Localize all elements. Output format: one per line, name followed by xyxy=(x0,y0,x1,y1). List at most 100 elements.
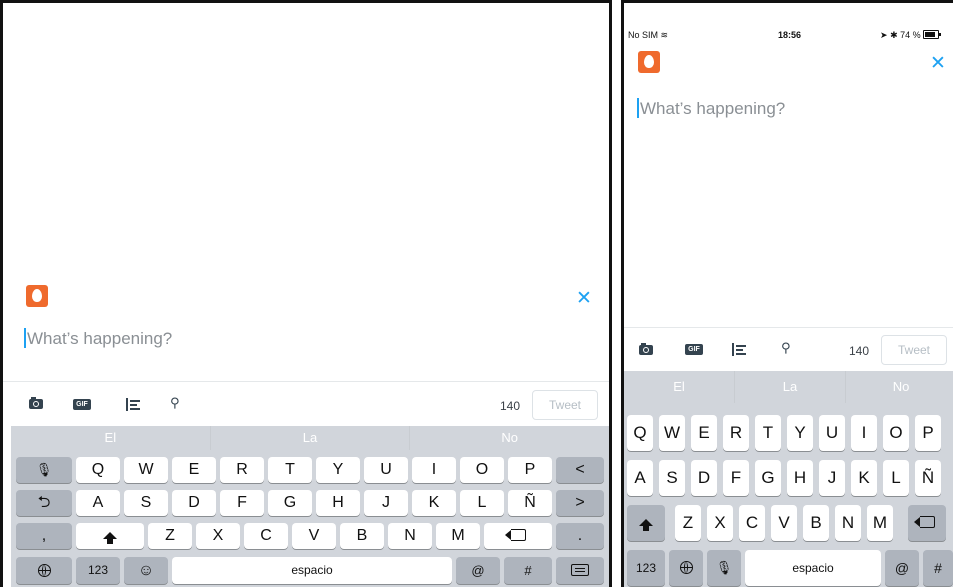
key-x[interactable]: X xyxy=(196,523,240,549)
key-u[interactable]: U xyxy=(819,415,845,451)
suggestion-2[interactable]: La xyxy=(735,371,846,403)
tweet-button[interactable]: Tweet xyxy=(532,390,598,420)
key-d[interactable]: D xyxy=(691,460,717,496)
dictation-key[interactable]: 🎙 xyxy=(707,550,741,586)
key-n-tilde[interactable]: Ñ xyxy=(508,490,552,516)
period-key[interactable]: . xyxy=(556,523,604,549)
key-t[interactable]: T xyxy=(755,415,781,451)
key-b[interactable]: B xyxy=(340,523,384,549)
suggestion-1[interactable]: El xyxy=(11,426,211,450)
key-u[interactable]: U xyxy=(364,457,408,483)
hide-keyboard-key[interactable] xyxy=(556,557,604,584)
key-p[interactable]: P xyxy=(915,415,941,451)
key-r[interactable]: R xyxy=(220,457,264,483)
key-y[interactable]: Y xyxy=(316,457,360,483)
suggestion-3[interactable]: No xyxy=(846,371,953,403)
key-g[interactable]: G xyxy=(755,460,781,496)
key-e[interactable]: E xyxy=(172,457,216,483)
globe-key[interactable] xyxy=(669,550,703,586)
key-m[interactable]: M xyxy=(436,523,480,549)
key-b[interactable]: B xyxy=(803,505,829,541)
hash-key[interactable]: # xyxy=(923,550,953,586)
camera-icon[interactable] xyxy=(29,397,43,409)
key-a[interactable]: A xyxy=(627,460,653,496)
at-key[interactable]: @ xyxy=(456,557,500,584)
key-q[interactable]: Q xyxy=(76,457,120,483)
key-y[interactable]: Y xyxy=(787,415,813,451)
key-c[interactable]: C xyxy=(739,505,765,541)
key-h[interactable]: H xyxy=(787,460,813,496)
location-icon[interactable]: ⚲ xyxy=(781,341,791,355)
key-n[interactable]: N xyxy=(835,505,861,541)
cursor-right-key[interactable]: > xyxy=(556,490,604,516)
globe-key[interactable] xyxy=(16,557,72,584)
key-q[interactable]: Q xyxy=(627,415,653,451)
key-w[interactable]: W xyxy=(659,415,685,451)
key-v[interactable]: V xyxy=(771,505,797,541)
at-key[interactable]: @ xyxy=(885,550,919,586)
tweet-button[interactable]: Tweet xyxy=(881,335,947,365)
key-d[interactable]: D xyxy=(172,490,216,516)
key-l[interactable]: L xyxy=(883,460,909,496)
key-h[interactable]: H xyxy=(316,490,360,516)
suggestion-1[interactable]: El xyxy=(624,371,735,403)
default-egg-avatar-icon[interactable] xyxy=(26,285,48,307)
key-o[interactable]: O xyxy=(883,415,909,451)
return-key[interactable]: ⮌ xyxy=(16,490,72,516)
suggestion-3[interactable]: No xyxy=(410,426,609,450)
camera-icon[interactable] xyxy=(639,343,653,355)
poll-icon[interactable] xyxy=(126,398,140,411)
hash-key[interactable]: # xyxy=(504,557,552,584)
key-c[interactable]: C xyxy=(244,523,288,549)
key-a[interactable]: A xyxy=(76,490,120,516)
numbers-key[interactable]: 123 xyxy=(76,557,120,584)
key-n[interactable]: N xyxy=(388,523,432,549)
emoji-key[interactable]: ☺ xyxy=(124,557,168,584)
key-p[interactable]: P xyxy=(508,457,552,483)
close-icon[interactable]: ✕ xyxy=(576,289,592,308)
close-icon[interactable]: ✕ xyxy=(930,54,946,73)
suggestion-2[interactable]: La xyxy=(211,426,411,450)
comma-key[interactable]: , xyxy=(16,523,72,549)
key-f[interactable]: F xyxy=(723,460,749,496)
key-g[interactable]: G xyxy=(268,490,312,516)
key-s[interactable]: S xyxy=(124,490,168,516)
gif-icon[interactable]: GIF xyxy=(685,344,703,355)
key-x[interactable]: X xyxy=(707,505,733,541)
key-z[interactable]: Z xyxy=(148,523,192,549)
shift-key[interactable] xyxy=(627,505,665,541)
location-icon[interactable]: ⚲ xyxy=(170,396,180,410)
key-z[interactable]: Z xyxy=(675,505,701,541)
shift-icon xyxy=(639,519,653,531)
key-v[interactable]: V xyxy=(292,523,336,549)
key-s[interactable]: S xyxy=(659,460,685,496)
key-k[interactable]: K xyxy=(412,490,456,516)
key-i[interactable]: I xyxy=(412,457,456,483)
default-egg-avatar-icon[interactable] xyxy=(638,51,660,73)
key-f[interactable]: F xyxy=(220,490,264,516)
key-j[interactable]: J xyxy=(364,490,408,516)
backspace-key[interactable] xyxy=(908,505,946,541)
key-i[interactable]: I xyxy=(851,415,877,451)
key-t[interactable]: T xyxy=(268,457,312,483)
shift-key[interactable] xyxy=(76,523,144,549)
key-o[interactable]: O xyxy=(460,457,504,483)
numbers-key[interactable]: 123 xyxy=(627,550,665,586)
space-key[interactable]: espacio xyxy=(172,557,452,584)
key-j[interactable]: J xyxy=(819,460,845,496)
dictation-key[interactable]: 🎙 xyxy=(16,457,72,483)
key-l[interactable]: L xyxy=(460,490,504,516)
key-e[interactable]: E xyxy=(691,415,717,451)
compose-input[interactable]: What’s happening? xyxy=(24,328,172,349)
compose-input[interactable]: What’s happening? xyxy=(637,98,785,119)
key-n-tilde[interactable]: Ñ xyxy=(915,460,941,496)
backspace-key[interactable] xyxy=(484,523,552,549)
poll-icon[interactable] xyxy=(732,343,746,356)
key-w[interactable]: W xyxy=(124,457,168,483)
key-m[interactable]: M xyxy=(867,505,893,541)
space-key[interactable]: espacio xyxy=(745,550,881,586)
key-k[interactable]: K xyxy=(851,460,877,496)
cursor-left-key[interactable]: < xyxy=(556,457,604,483)
gif-icon[interactable]: GIF xyxy=(73,399,91,410)
key-r[interactable]: R xyxy=(723,415,749,451)
